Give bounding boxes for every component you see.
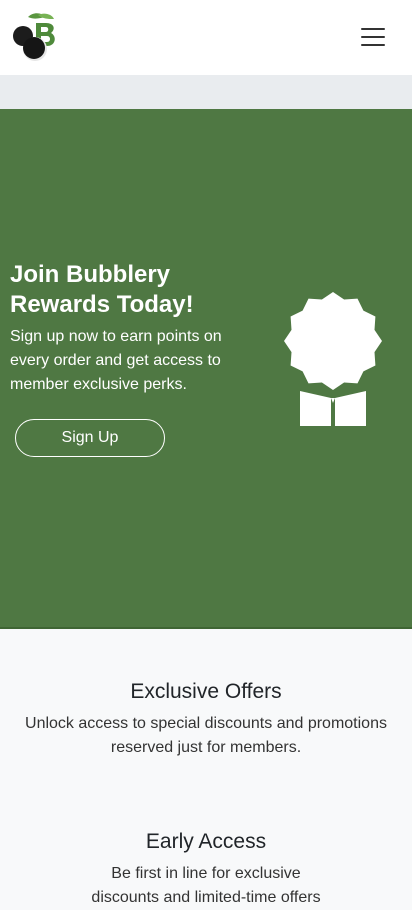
hero-description: Sign up now to earn points on every orde… bbox=[10, 328, 222, 393]
hero-title: Join Bubblery Rewards Today! bbox=[10, 261, 194, 318]
hamburger-menu-icon[interactable] bbox=[356, 24, 390, 50]
top-navbar bbox=[0, 0, 412, 75]
benefit-exclusive-offers: Exclusive Offers Unlock access to specia… bbox=[0, 680, 412, 760]
benefit-title: Early Access bbox=[145, 830, 267, 853]
gray-divider-strip bbox=[0, 75, 412, 109]
benefit-text: Be first in line for exclusive discounts… bbox=[91, 865, 321, 906]
bubblery-logo-icon[interactable] bbox=[10, 11, 62, 63]
benefit-title: Exclusive Offers bbox=[130, 680, 282, 703]
benefit-text: Unlock access to special discounts and p… bbox=[25, 715, 387, 756]
benefit-early-access: Early Access Be first in line for exclus… bbox=[0, 830, 412, 910]
award-ribbon-icon bbox=[284, 292, 382, 426]
rewards-hero: Join Bubblery Rewards Today! Sign up now… bbox=[0, 109, 412, 629]
sign-up-button[interactable]: Sign Up bbox=[15, 419, 165, 457]
